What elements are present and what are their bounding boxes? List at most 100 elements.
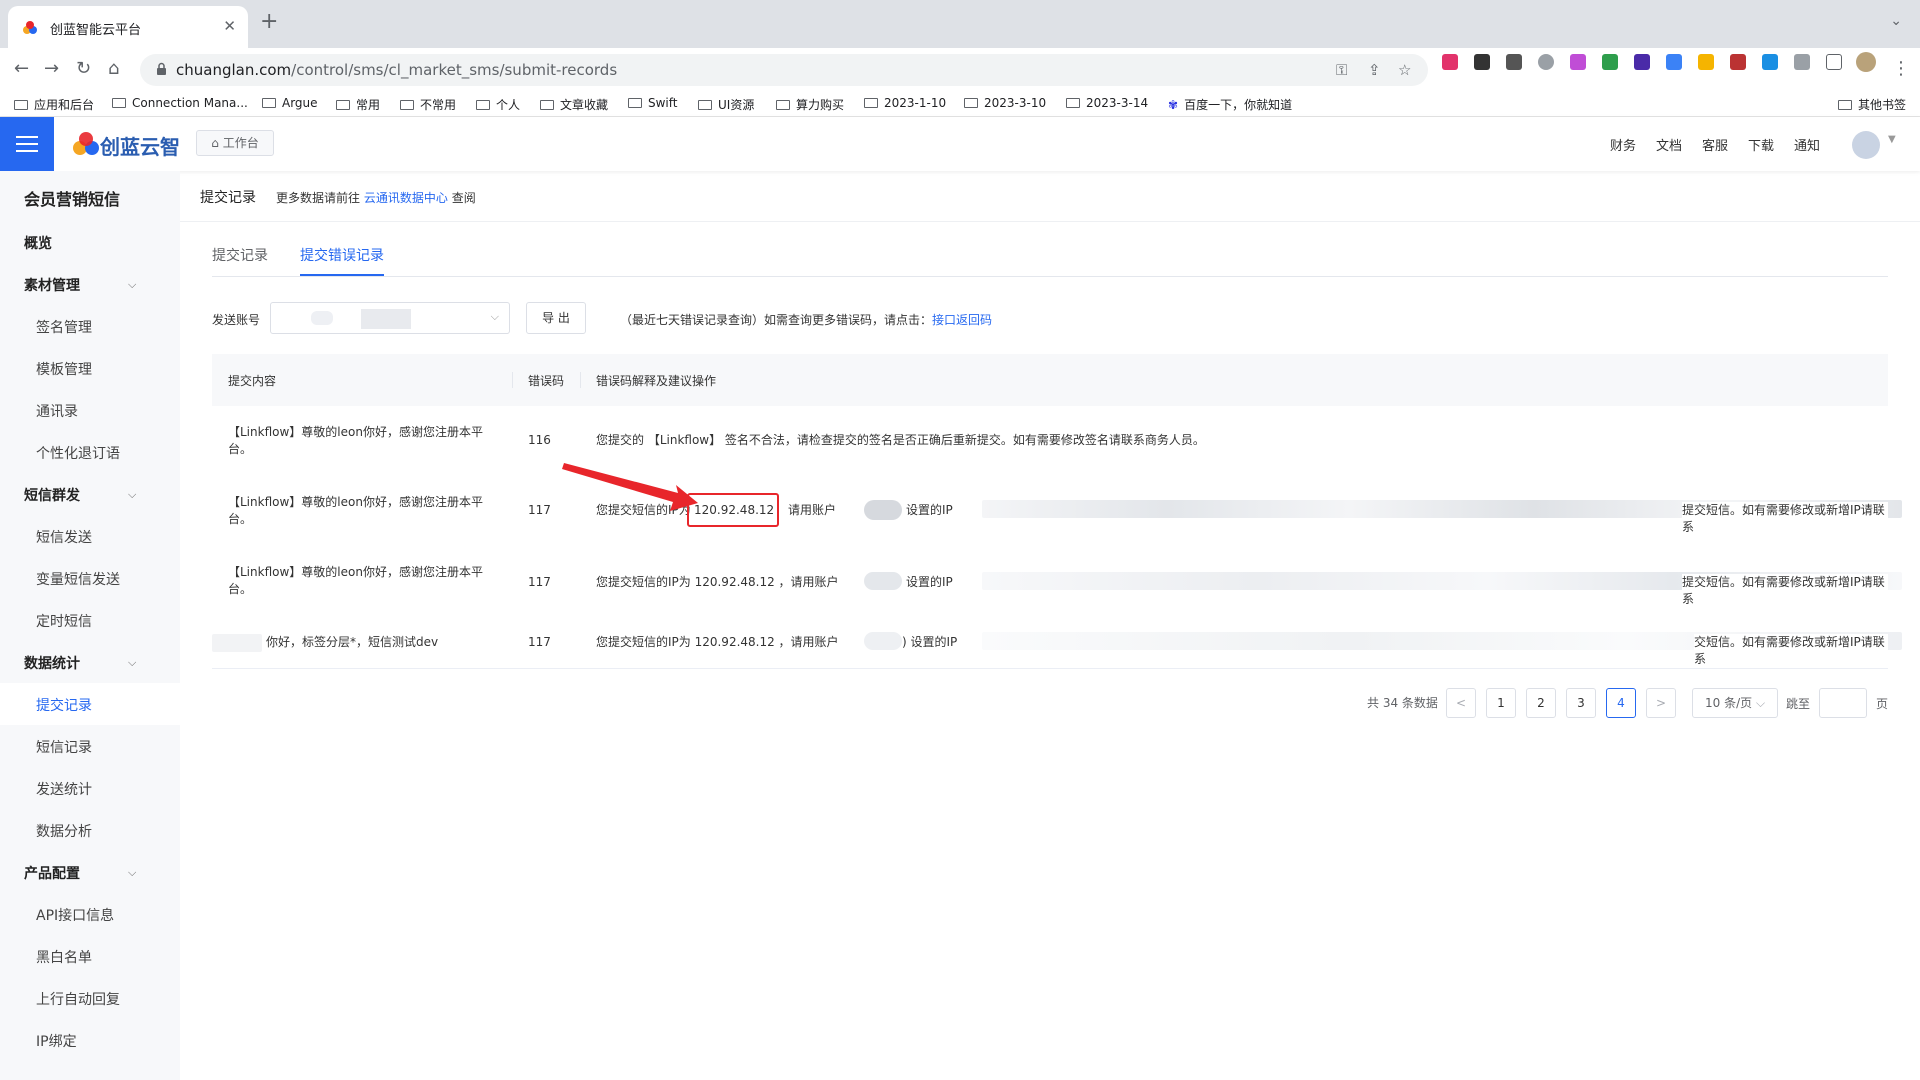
sidebar-item-send-stats[interactable]: 发送统计: [36, 779, 92, 799]
extension-9-icon[interactable]: [1698, 54, 1714, 70]
hamburger-menu-button[interactable]: [0, 117, 54, 171]
home-icon: ⌂: [211, 136, 223, 150]
folder-icon: [964, 98, 978, 108]
sidebar-item-send-sms[interactable]: 短信发送: [36, 527, 92, 547]
sidebar-item-unsubscribe[interactable]: 个性化退订语: [36, 443, 120, 463]
bookmark-item[interactable]: 2023-3-10: [964, 96, 1046, 110]
pagination-page-3[interactable]: 3: [1566, 688, 1596, 718]
sidebar-group-materials[interactable]: 素材管理: [24, 275, 80, 295]
row-explanation-tail: 交短信。如有需要修改或新增IP请联系: [1694, 634, 1888, 668]
sidebar-item-contacts[interactable]: 通讯录: [36, 401, 78, 421]
chevron-down-icon[interactable]: ▼: [1888, 134, 1896, 145]
bookmark-item[interactable]: 2023-1-10: [864, 96, 946, 110]
tab-search-icon[interactable]: ⌄: [1890, 13, 1902, 29]
browser-tab[interactable]: 创蓝智能云平台 ✕: [8, 6, 248, 48]
account-select[interactable]: ⌵: [270, 302, 510, 334]
other-bookmarks[interactable]: 其他书签: [1838, 96, 1906, 113]
sidebar-item-signatures[interactable]: 签名管理: [36, 317, 92, 337]
forward-icon[interactable]: →: [44, 58, 59, 80]
extension-11-icon[interactable]: [1762, 54, 1778, 70]
bookmark-item[interactable]: Connection Mana...: [112, 96, 248, 110]
chevron-down-icon[interactable]: ⌵: [128, 866, 136, 880]
reload-icon[interactable]: ↻: [76, 58, 91, 80]
lock-icon: [157, 62, 166, 75]
extension-10-icon[interactable]: [1730, 54, 1746, 70]
sidebar-item-submit-records[interactable]: 提交记录: [36, 695, 92, 715]
bookmark-item[interactable]: 算力购买: [776, 96, 844, 113]
row-code: 117: [528, 503, 551, 517]
row-explanation-prefix: 您提交短信的IP为 120.92.48.12 ，请用账户: [596, 635, 839, 649]
sidebar-item-sms-records[interactable]: 短信记录: [36, 737, 92, 757]
extension-1-icon[interactable]: [1442, 54, 1458, 70]
new-tab-button[interactable]: +: [260, 10, 278, 34]
jump-to-page-input[interactable]: [1819, 688, 1867, 718]
extension-2-icon[interactable]: [1474, 54, 1490, 70]
pagination-prev-button[interactable]: <: [1446, 688, 1476, 718]
extension-3-icon[interactable]: [1506, 54, 1522, 70]
extension-4-icon[interactable]: [1538, 54, 1554, 70]
side-panel-icon[interactable]: [1826, 54, 1842, 70]
home-icon[interactable]: ⌂: [108, 58, 119, 80]
sidebar-item-data-analysis[interactable]: 数据分析: [36, 821, 92, 841]
sidebar-item-black-white-list[interactable]: 黑白名单: [36, 947, 92, 967]
sidebar-item-scheduled-sms[interactable]: 定时短信: [36, 611, 92, 631]
workbench-button[interactable]: ⌂ 工作台: [196, 130, 274, 156]
tab-submit-error-records[interactable]: 提交错误记录: [300, 245, 384, 265]
pagination-next-button[interactable]: >: [1646, 688, 1676, 718]
bookmark-item[interactable]: Argue: [262, 96, 318, 110]
bookmark-item[interactable]: 常用: [336, 96, 380, 113]
tab-close-icon[interactable]: ✕: [223, 17, 236, 35]
pagination-page-2[interactable]: 2: [1526, 688, 1556, 718]
extension-5-icon[interactable]: [1570, 54, 1586, 70]
bookmark-item[interactable]: 2023-3-14: [1066, 96, 1148, 110]
key-icon[interactable]: ⚿: [1336, 61, 1347, 79]
browser-menu-icon[interactable]: ⋮: [1892, 58, 1910, 80]
pagination-page-1[interactable]: 1: [1486, 688, 1516, 718]
sidebar-item-ip-binding[interactable]: IP绑定: [36, 1031, 77, 1051]
extension-7-icon[interactable]: [1634, 54, 1650, 70]
bookmark-item[interactable]: 应用和后台: [14, 96, 94, 113]
sidebar-item-api-info[interactable]: API接口信息: [36, 905, 114, 925]
data-center-link[interactable]: 云通讯数据中心: [364, 191, 448, 205]
nav-docs[interactable]: 文档: [1656, 135, 1682, 154]
extension-6-icon[interactable]: [1602, 54, 1618, 70]
sidebar-item-templates[interactable]: 模板管理: [36, 359, 92, 379]
page-size-select[interactable]: 10 条/页 ⌵: [1692, 688, 1778, 718]
annotation-arrow-icon: [562, 463, 698, 511]
back-icon[interactable]: ←: [14, 58, 29, 80]
sidebar-group-bulk-sms[interactable]: 短信群发: [24, 485, 80, 505]
profile-avatar[interactable]: [1856, 52, 1876, 72]
sidebar-item-overview[interactable]: 概览: [24, 233, 52, 253]
extension-8-icon[interactable]: [1666, 54, 1682, 70]
folder-icon: [1066, 98, 1080, 108]
chevron-down-icon[interactable]: ⌵: [128, 278, 136, 292]
bookmark-item[interactable]: ✾ 百度一下，你就知道: [1168, 96, 1292, 113]
bookmark-item[interactable]: Swift: [628, 96, 677, 110]
chevron-down-icon[interactable]: ⌵: [128, 656, 136, 670]
bookmark-star-icon[interactable]: ☆: [1398, 61, 1411, 79]
url-bar[interactable]: chuanglan.com/control/sms/cl_market_sms/…: [140, 54, 1428, 86]
sidebar-group-product-config[interactable]: 产品配置: [24, 863, 80, 883]
nav-support[interactable]: 客服: [1702, 135, 1728, 154]
nav-notifications[interactable]: 通知: [1794, 135, 1820, 154]
bookmark-item[interactable]: 文章收藏: [540, 96, 608, 113]
sidebar-item-variable-sms[interactable]: 变量短信发送: [36, 569, 120, 589]
extensions-puzzle-icon[interactable]: [1794, 54, 1810, 70]
nav-download[interactable]: 下载: [1748, 135, 1774, 154]
bookmark-item[interactable]: 个人: [476, 96, 520, 113]
tab-submit-records[interactable]: 提交记录: [212, 245, 268, 265]
user-avatar[interactable]: [1852, 131, 1880, 159]
api-return-codes-link[interactable]: 接口返回码: [932, 313, 992, 327]
bookmark-item[interactable]: 不常用: [400, 96, 456, 113]
row-explanation-mid2: 设置的IP: [906, 503, 953, 517]
folder-icon: [698, 100, 712, 110]
pagination-page-4[interactable]: 4: [1606, 688, 1636, 718]
nav-finance[interactable]: 财务: [1610, 135, 1636, 154]
breadcrumb-description: 更多数据请前往 云通讯数据中心 查阅: [276, 191, 476, 205]
export-button[interactable]: 导 出: [526, 302, 586, 334]
share-icon[interactable]: ⇪: [1368, 61, 1381, 79]
sidebar-item-auto-reply[interactable]: 上行自动回复: [36, 989, 120, 1009]
bookmark-item[interactable]: UI资源: [698, 96, 754, 113]
chevron-down-icon[interactable]: ⌵: [128, 488, 136, 502]
sidebar-group-statistics[interactable]: 数据统计: [24, 653, 80, 673]
